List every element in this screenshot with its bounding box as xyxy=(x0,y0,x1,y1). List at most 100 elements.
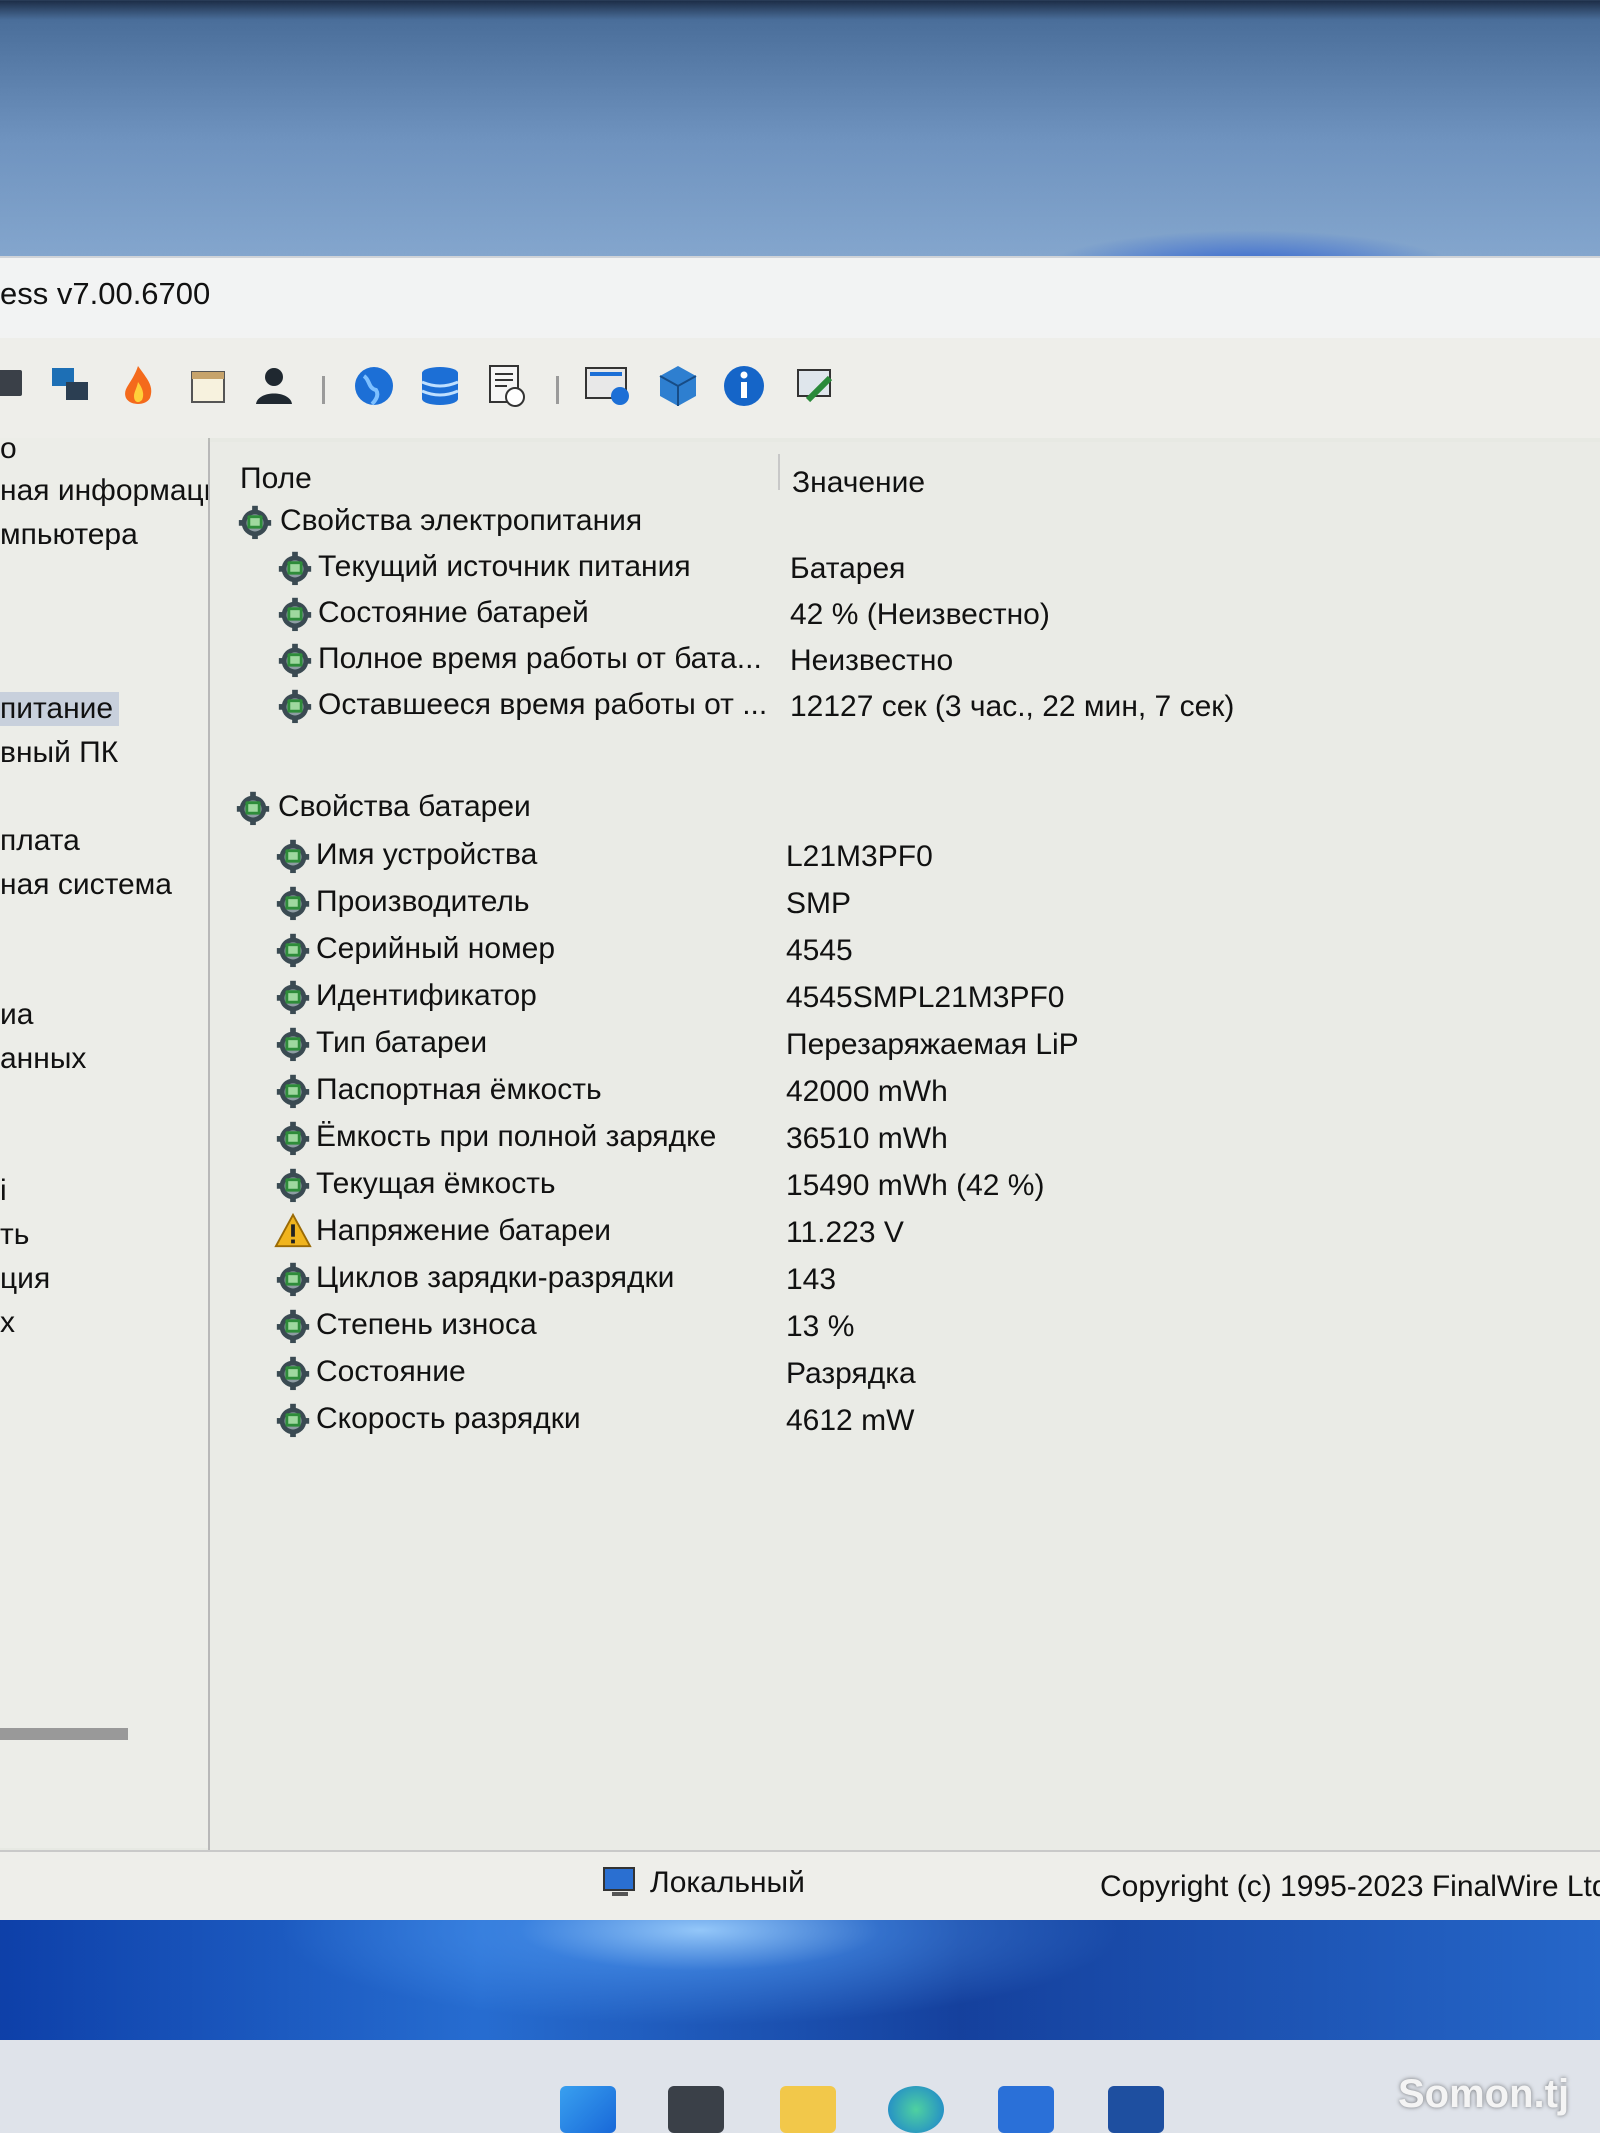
field-value: Батарея xyxy=(790,552,906,585)
watermark: Somon.tj xyxy=(1398,2072,1570,2116)
table-row[interactable]: Полное время работы от бата... Неизвестн… xyxy=(210,640,1600,684)
title-bar: ess v7.00.6700 xyxy=(0,258,1600,338)
table-row[interactable]: Текущая ёмкость 15490 mWh (42 %) xyxy=(210,1165,1600,1209)
edge-browser-icon[interactable] xyxy=(888,2086,944,2133)
table-row[interactable]: Серийный номер 4545 xyxy=(210,930,1600,974)
table-row[interactable]: Напряжение батареи 11.223 V xyxy=(210,1212,1600,1256)
field-value: 11.223 V xyxy=(786,1216,904,1249)
field-label: Состояние xyxy=(316,1355,466,1388)
info-icon[interactable] xyxy=(716,358,772,414)
aida64-taskbar-icon[interactable] xyxy=(1108,2086,1164,2133)
field-value: SMP xyxy=(786,887,852,920)
field-label: Скорость разрядки xyxy=(316,1402,581,1435)
scheduler-icon[interactable] xyxy=(180,358,236,414)
table-row[interactable]: Имя устройства L21M3PF0 xyxy=(210,836,1600,880)
column-header-value[interactable]: Значение xyxy=(792,466,925,500)
table-row[interactable]: Скорость разрядки 4612 mW xyxy=(210,1400,1600,1444)
sidebar-item[interactable]: ная информаци xyxy=(0,474,208,508)
network-icon[interactable] xyxy=(42,358,98,414)
computer-icon[interactable] xyxy=(0,358,30,414)
sidebar-item[interactable]: ция xyxy=(0,1262,50,1296)
sidebar-item[interactable]: о xyxy=(0,438,17,466)
battery-gear-icon xyxy=(274,977,312,1015)
table-row[interactable]: Паспортная ёмкость 42000 mWh xyxy=(210,1071,1600,1115)
battery-gear-icon xyxy=(274,1353,312,1391)
field-value: 15490 mWh (42 %) xyxy=(786,1169,1045,1202)
battery-gear-icon xyxy=(274,1165,312,1203)
battery-gear-icon xyxy=(234,788,272,826)
battery-gear-icon xyxy=(276,640,314,678)
field-label: Текущий источник питания xyxy=(318,550,691,583)
field-value: Неизвестно xyxy=(790,644,954,677)
local-computer-icon xyxy=(603,1867,635,1896)
table-row[interactable]: Состояние Разрядка xyxy=(210,1353,1600,1397)
table-row[interactable]: Оставшееся время работы от ... 12127 сек… xyxy=(210,686,1600,730)
sidebar-item[interactable]: вный ПК xyxy=(0,736,118,770)
table-row[interactable]: Тип батареи Перезаряжаемая LiP xyxy=(210,1024,1600,1068)
app-window: ess v7.00.6700 о ная информаци мпьютера … xyxy=(0,256,1600,1920)
flame-icon[interactable] xyxy=(110,358,166,414)
user-icon[interactable] xyxy=(246,358,302,414)
monitor-icon[interactable] xyxy=(580,358,636,414)
battery-gear-icon xyxy=(276,548,314,586)
sidebar-item[interactable]: і xyxy=(0,1174,7,1208)
cube-icon[interactable] xyxy=(650,358,706,414)
field-label: Тип батареи xyxy=(316,1026,488,1059)
sidebar-item[interactable]: х xyxy=(0,1306,15,1340)
table-row[interactable]: Ёмкость при полной зарядке 36510 mWh xyxy=(210,1118,1600,1162)
report-icon[interactable] xyxy=(478,358,534,414)
toolbar-separator xyxy=(556,376,559,404)
tools-icon[interactable] xyxy=(788,358,844,414)
toolbar xyxy=(0,338,1600,438)
sidebar-tree: о ная информаци мпьютера питание вный ПК… xyxy=(0,438,210,1848)
sidebar-item[interactable]: иа xyxy=(0,998,33,1032)
field-label: Напряжение батареи xyxy=(316,1214,612,1247)
group-title: Свойства батареи xyxy=(278,790,531,823)
sidebar-item[interactable]: анных xyxy=(0,1042,86,1076)
table-row[interactable]: Текущий источник питания Батарея xyxy=(210,548,1600,592)
field-label: Степень износа xyxy=(316,1308,537,1341)
field-label: Паспортная ёмкость xyxy=(316,1073,602,1106)
details-panel: Поле Значение Свойства электропитания Те… xyxy=(208,442,1600,1850)
sidebar-horizontal-scrollbar[interactable] xyxy=(0,1728,128,1740)
battery-gear-icon xyxy=(274,883,312,921)
table-row[interactable]: Циклов зарядки-разрядки 143 xyxy=(210,1259,1600,1303)
sidebar-item[interactable]: плата xyxy=(0,824,80,858)
battery-gear-icon xyxy=(274,836,312,874)
store-icon[interactable] xyxy=(998,2086,1054,2133)
field-value: L21M3PF0 xyxy=(786,840,933,873)
group-header-battery[interactable]: Свойства батареи xyxy=(210,788,1600,832)
warning-icon xyxy=(274,1212,312,1250)
status-mode: Локальный xyxy=(650,1866,805,1899)
globe-icon[interactable] xyxy=(346,358,402,414)
field-label: Производитель xyxy=(316,885,530,918)
sidebar-item[interactable]: ная система xyxy=(0,868,172,902)
sidebar-item[interactable]: мпьютера xyxy=(0,518,138,552)
column-header-field[interactable]: Поле xyxy=(240,462,312,496)
field-label: Идентификатор xyxy=(316,979,537,1012)
group-header-power[interactable]: Свойства электропитания xyxy=(210,502,1600,546)
database-icon[interactable] xyxy=(412,358,468,414)
field-label: Текущая ёмкость xyxy=(316,1167,556,1200)
field-value: Перезаряжаемая LiP xyxy=(786,1028,1079,1061)
status-bar: Локальный Copyright (c) 1995-2023 FinalW… xyxy=(0,1850,1600,1920)
start-button-icon[interactable] xyxy=(560,2086,616,2133)
taskbar-app-icon[interactable] xyxy=(668,2086,724,2133)
file-explorer-icon[interactable] xyxy=(780,2086,836,2133)
field-value: 143 xyxy=(786,1263,837,1296)
field-value: 4545 xyxy=(786,934,853,967)
table-row[interactable]: Производитель SMP xyxy=(210,883,1600,927)
table-row[interactable]: Степень износа 13 % xyxy=(210,1306,1600,1350)
sidebar-item-power[interactable]: питание xyxy=(0,692,120,726)
field-label: Серийный номер xyxy=(316,932,556,965)
field-label: Ёмкость при полной зарядке xyxy=(316,1120,717,1153)
column-divider[interactable] xyxy=(778,454,780,490)
field-value: 42000 mWh xyxy=(786,1075,948,1108)
window-title: ess v7.00.6700 xyxy=(0,276,211,311)
battery-gear-icon xyxy=(274,1259,312,1297)
field-label: Имя устройства xyxy=(316,838,538,871)
battery-gear-icon xyxy=(274,1071,312,1109)
sidebar-item[interactable]: ть xyxy=(0,1218,29,1252)
table-row[interactable]: Идентификатор 4545SMPL21M3PF0 xyxy=(210,977,1600,1021)
table-row[interactable]: Состояние батарей 42 % (Неизвестно) xyxy=(210,594,1600,638)
